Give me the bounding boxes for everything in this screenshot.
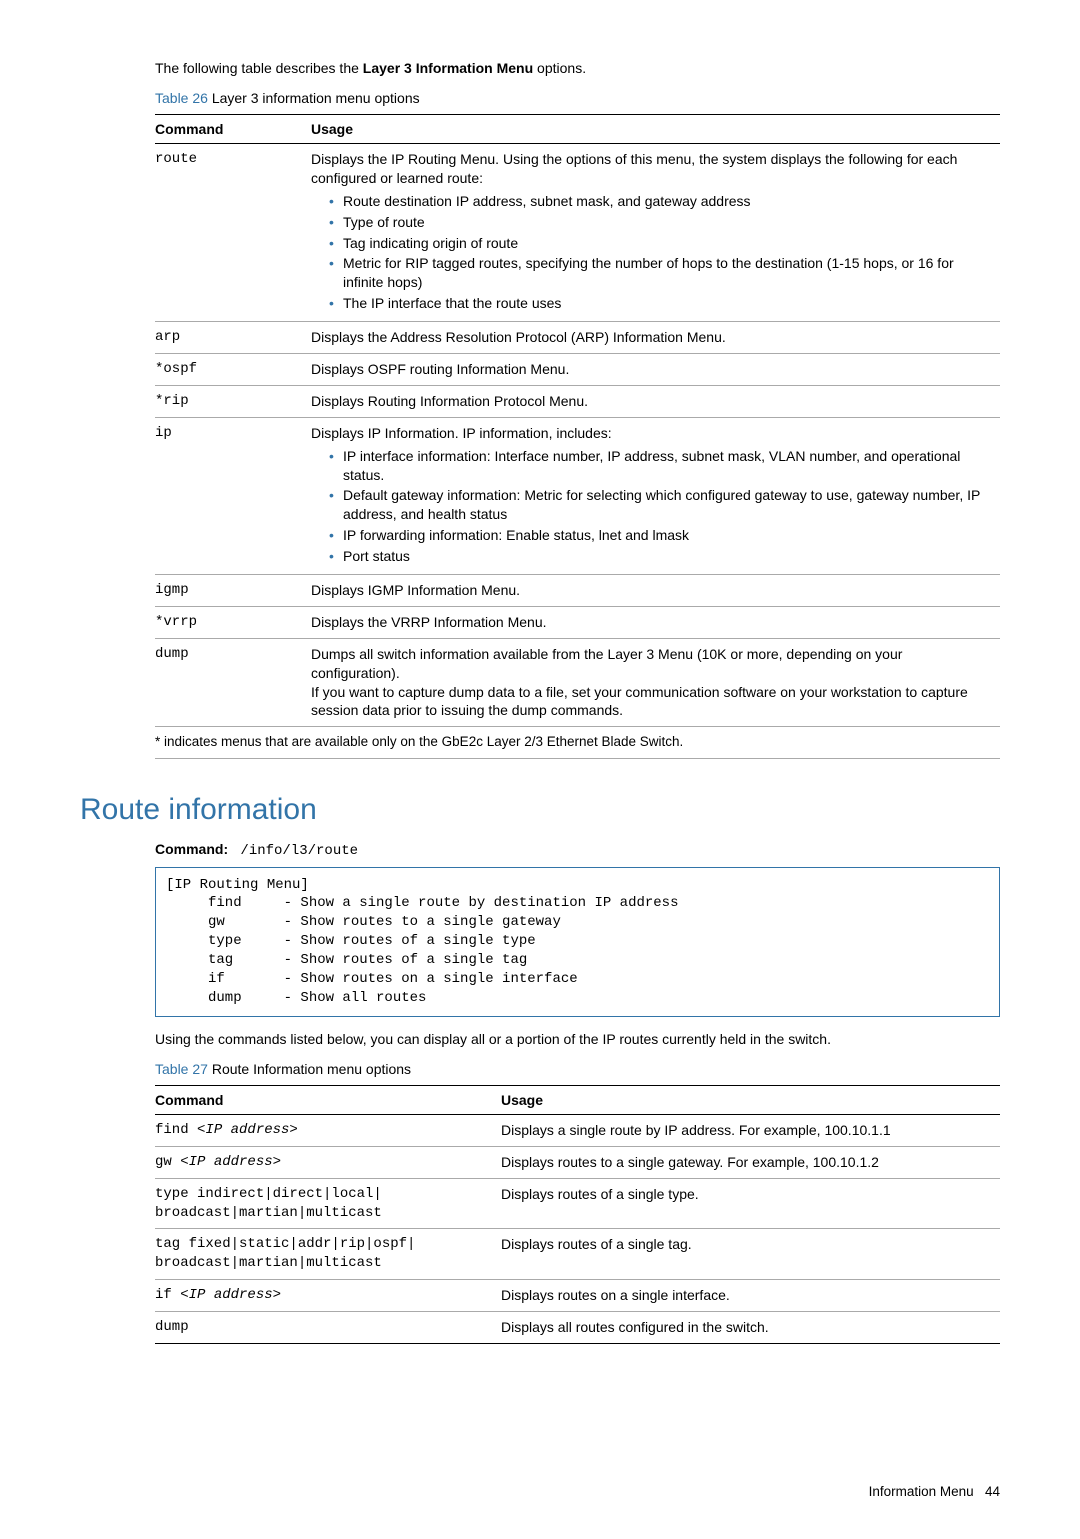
table-row: arpDisplays the Address Resolution Proto…: [155, 322, 1000, 354]
list-item: The IP interface that the route uses: [329, 294, 994, 313]
usage-cell: Displays routes of a single tag.: [501, 1229, 1000, 1280]
table26: Command Usage routeDisplays the IP Routi…: [155, 114, 1000, 759]
usage-cell: Displays IGMP Information Menu.: [311, 575, 1000, 607]
usage-cell: Displays routes to a single gateway. For…: [501, 1146, 1000, 1178]
table-row: ipDisplays IP Information. IP informatio…: [155, 417, 1000, 574]
command-cell: ip: [155, 417, 311, 574]
table26-label: Table 26: [155, 90, 208, 106]
table27-head-command: Command: [155, 1085, 501, 1114]
list-item: Default gateway information: Metric for …: [329, 486, 994, 524]
table-row: dumpDisplays all routes configured in th…: [155, 1312, 1000, 1344]
usage-cell: Displays routes of a single type.: [501, 1178, 1000, 1229]
usage-cell: Displays the VRRP Information Menu.: [311, 606, 1000, 638]
command-cell: gw <IP address>: [155, 1146, 501, 1178]
usage-cell: Displays all routes configured in the sw…: [501, 1312, 1000, 1344]
table-row: igmpDisplays IGMP Information Menu.: [155, 575, 1000, 607]
list-item: Route destination IP address, subnet mas…: [329, 192, 994, 211]
usage-cell: Displays OSPF routing Information Menu.: [311, 354, 1000, 386]
table-row: tag fixed|static|addr|rip|ospf| broadcas…: [155, 1229, 1000, 1280]
list-item: IP interface information: Interface numb…: [329, 447, 994, 485]
table-row: *vrrpDisplays the VRRP Information Menu.: [155, 606, 1000, 638]
table-row: gw <IP address>Displays routes to a sing…: [155, 1146, 1000, 1178]
footer-page-number: 44: [985, 1484, 1000, 1499]
table-row: routeDisplays the IP Routing Menu. Using…: [155, 144, 1000, 322]
table26-head-command: Command: [155, 115, 311, 144]
command-cell: if <IP address>: [155, 1280, 501, 1312]
table26-footnote: * indicates menus that are available onl…: [155, 727, 1000, 758]
table27: Command Usage find <IP address>Displays …: [155, 1085, 1000, 1344]
command-cell: tag fixed|static|addr|rip|ospf| broadcas…: [155, 1229, 501, 1280]
table27-label: Table 27: [155, 1061, 208, 1077]
usage-cell: Displays a single route by IP address. F…: [501, 1114, 1000, 1146]
command-cell: arp: [155, 322, 311, 354]
command-cell: igmp: [155, 575, 311, 607]
table26-caption-text: Layer 3 information menu options: [208, 90, 420, 106]
intro-text-bold: Layer 3 Information Menu: [363, 60, 533, 76]
intro-text: The following table describes the Layer …: [155, 60, 1000, 76]
command-cell: route: [155, 144, 311, 322]
command-cell: *vrrp: [155, 606, 311, 638]
command-value: /info/l3/route: [240, 843, 358, 859]
command-cell: *rip: [155, 385, 311, 417]
list-item: Metric for RIP tagged routes, specifying…: [329, 254, 994, 292]
table-row: if <IP address>Displays routes on a sing…: [155, 1280, 1000, 1312]
code-block-ip-routing-menu: [IP Routing Menu] find - Show a single r…: [155, 867, 1000, 1017]
table-row: *ospfDisplays OSPF routing Information M…: [155, 354, 1000, 386]
command-label: Command:: [155, 841, 228, 857]
usage-cell: Displays the IP Routing Menu. Using the …: [311, 144, 1000, 322]
table-row: *ripDisplays Routing Information Protoco…: [155, 385, 1000, 417]
usage-cell: Displays IP Information. IP information,…: [311, 417, 1000, 574]
usage-cell: Dumps all switch information available f…: [311, 638, 1000, 727]
section-heading-route-information: Route information: [80, 793, 1000, 827]
footer-section-title: Information Menu: [869, 1484, 974, 1499]
command-line: Command: /info/l3/route: [155, 841, 1000, 859]
list-item: Tag indicating origin of route: [329, 234, 994, 253]
usage-cell: Displays routes on a single interface.: [501, 1280, 1000, 1312]
table-row: type indirect|direct|local| broadcast|ma…: [155, 1178, 1000, 1229]
table27-head-usage: Usage: [501, 1085, 1000, 1114]
usage-cell: Displays Routing Information Protocol Me…: [311, 385, 1000, 417]
intro-text-before: The following table describes the: [155, 60, 363, 76]
intro-text-after: options.: [533, 60, 586, 76]
command-cell: *ospf: [155, 354, 311, 386]
command-cell: find <IP address>: [155, 1114, 501, 1146]
table26-caption: Table 26 Layer 3 information menu option…: [155, 90, 1000, 106]
para-after-code: Using the commands listed below, you can…: [155, 1031, 1000, 1047]
list-item: Port status: [329, 547, 994, 566]
table-row: find <IP address>Displays a single route…: [155, 1114, 1000, 1146]
table27-caption-text: Route Information menu options: [208, 1061, 411, 1077]
command-cell: dump: [155, 1312, 501, 1344]
command-cell: type indirect|direct|local| broadcast|ma…: [155, 1178, 501, 1229]
list-item: Type of route: [329, 213, 994, 232]
table-row: dumpDumps all switch information availab…: [155, 638, 1000, 727]
table26-head-usage: Usage: [311, 115, 1000, 144]
list-item: IP forwarding information: Enable status…: [329, 526, 994, 545]
usage-cell: Displays the Address Resolution Protocol…: [311, 322, 1000, 354]
table27-caption: Table 27 Route Information menu options: [155, 1061, 1000, 1077]
command-cell: dump: [155, 638, 311, 727]
page-footer: Information Menu 44: [80, 1484, 1000, 1499]
